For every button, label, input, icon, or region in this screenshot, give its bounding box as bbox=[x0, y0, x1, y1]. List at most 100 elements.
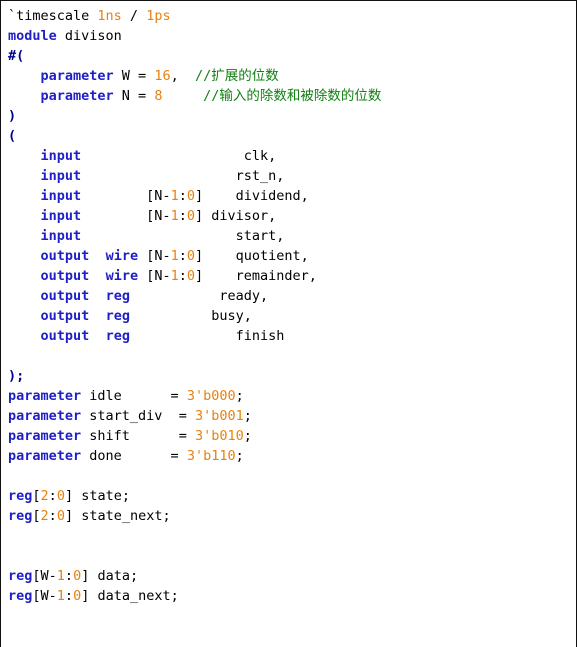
code-token-plain: divison bbox=[56, 28, 122, 44]
code-line[interactable] bbox=[8, 346, 576, 366]
code-token-number: 1 bbox=[170, 188, 179, 204]
code-line[interactable]: ( bbox=[8, 126, 576, 146]
code-line[interactable] bbox=[8, 626, 576, 646]
code-line[interactable] bbox=[8, 526, 576, 546]
code-token-number: 3'b000 bbox=[186, 388, 236, 404]
code-token-number: 3'b110 bbox=[186, 448, 236, 464]
code-line[interactable]: input start, bbox=[8, 226, 576, 246]
code-token-plain: ready, bbox=[129, 288, 269, 304]
code-token-keyword: reg bbox=[8, 588, 33, 604]
code-line[interactable]: parameter W = 16, //扩展的位数 bbox=[8, 66, 576, 86]
code-token-plain: ; bbox=[235, 448, 244, 464]
code-line[interactable]: ); bbox=[8, 366, 576, 386]
code-line[interactable]: #( bbox=[8, 46, 576, 66]
code-line[interactable]: parameter start_div = 3'b001; bbox=[8, 406, 576, 426]
code-token-keyword: output bbox=[40, 248, 90, 264]
source-code-listing[interactable]: `timescale 1ns / 1ps module divison #( par… bbox=[8, 6, 576, 647]
code-token-keyword: output bbox=[40, 328, 90, 344]
code-token-keyword: output bbox=[40, 268, 90, 284]
code-line[interactable]: output reg finish bbox=[8, 326, 576, 346]
code-token-keyword: reg bbox=[8, 568, 33, 584]
code-line[interactable]: reg[W-1:0] data; bbox=[8, 566, 576, 586]
code-line[interactable] bbox=[8, 546, 576, 566]
code-token-plain: : bbox=[48, 508, 57, 524]
code-token-number: 3'b001 bbox=[194, 408, 244, 424]
code-line[interactable]: input clk, bbox=[8, 146, 576, 166]
code-token-comment: //输入的除数和被除数的位数 bbox=[203, 88, 382, 104]
code-token-number: 0 bbox=[73, 588, 82, 604]
code-line[interactable]: module divison bbox=[8, 26, 576, 46]
code-line[interactable]: `timescale 1ns / 1ps bbox=[8, 6, 576, 26]
code-line[interactable]: input [N-1:0] divisor, bbox=[8, 206, 576, 226]
code-line[interactable]: ) bbox=[8, 106, 576, 126]
code-token-keyword: parameter bbox=[8, 388, 82, 404]
code-line[interactable]: reg[2:0] state_next; bbox=[8, 506, 576, 526]
code-line[interactable]: output wire [N-1:0] remainder, bbox=[8, 266, 576, 286]
code-editor-pane[interactable]: `timescale 1ns / 1ps module divison #( par… bbox=[0, 0, 577, 647]
code-token-keyword: input bbox=[40, 228, 82, 244]
code-token-plain: ; bbox=[243, 428, 252, 444]
code-token-punct: ) bbox=[8, 108, 17, 124]
code-token-number: 1 bbox=[170, 208, 179, 224]
code-token-plain: start_div = bbox=[81, 408, 195, 424]
code-token-plain: : bbox=[178, 248, 187, 264]
code-token-plain: rst_n, bbox=[81, 168, 285, 184]
code-token-keyword: output bbox=[40, 288, 90, 304]
code-token-plain: / bbox=[121, 8, 147, 24]
code-line[interactable]: reg[2:0] state; bbox=[8, 486, 576, 506]
code-token-keyword: reg bbox=[105, 288, 130, 304]
code-token-keyword: parameter bbox=[40, 68, 114, 84]
code-token-plain: ] data; bbox=[81, 568, 139, 584]
code-token-keyword: reg bbox=[105, 308, 130, 324]
code-line[interactable] bbox=[8, 606, 576, 626]
code-line[interactable]: output wire [N-1:0] quotient, bbox=[8, 246, 576, 266]
code-line[interactable]: reg[W-1:0] data_next; bbox=[8, 586, 576, 606]
code-token-plain: ] dividend, bbox=[194, 188, 309, 204]
code-line[interactable]: parameter N = 8 //输入的除数和被除数的位数 bbox=[8, 86, 576, 106]
code-token-plain: : bbox=[178, 268, 187, 284]
code-line[interactable]: input rst_n, bbox=[8, 166, 576, 186]
code-token-directive: `timescale bbox=[8, 8, 98, 24]
code-token-punct: #( bbox=[8, 48, 25, 64]
code-token-keyword: input bbox=[40, 208, 82, 224]
code-token-comment: //扩展的位数 bbox=[194, 68, 279, 84]
code-token-punct: ( bbox=[8, 128, 17, 144]
code-line[interactable] bbox=[8, 466, 576, 486]
code-token-plain: [ bbox=[32, 508, 41, 524]
code-token-number: 0 bbox=[186, 268, 196, 284]
code-token-keyword: reg bbox=[105, 328, 130, 344]
code-token-number: 3'b010 bbox=[194, 428, 244, 444]
code-line[interactable]: parameter idle = 3'b000; bbox=[8, 386, 576, 406]
code-token-plain: : bbox=[178, 188, 187, 204]
code-line[interactable]: parameter done = 3'b110; bbox=[8, 446, 576, 466]
code-token-plain: ] state; bbox=[64, 488, 130, 504]
code-token-keyword: parameter bbox=[8, 428, 82, 444]
code-line[interactable]: output reg ready, bbox=[8, 286, 576, 306]
code-token-punct: ); bbox=[8, 368, 25, 384]
code-token-plain: [W- bbox=[32, 588, 57, 604]
code-line[interactable]: output reg busy, bbox=[8, 306, 576, 326]
code-token-plain: ] divisor, bbox=[194, 208, 277, 224]
code-token-number: 1ns bbox=[97, 8, 122, 24]
code-token-plain: : bbox=[178, 208, 187, 224]
code-line[interactable]: parameter shift = 3'b010; bbox=[8, 426, 576, 446]
code-token-plain: , bbox=[170, 68, 195, 84]
code-token-keyword: input bbox=[40, 148, 82, 164]
code-token-number: 1 bbox=[170, 268, 179, 284]
code-token-plain: [N- bbox=[138, 268, 171, 284]
code-token-plain: ] remainder, bbox=[195, 268, 317, 284]
code-token-number: 0 bbox=[186, 248, 196, 264]
code-token-keyword: parameter bbox=[40, 88, 114, 104]
code-line[interactable]: input [N-1:0] dividend, bbox=[8, 186, 576, 206]
